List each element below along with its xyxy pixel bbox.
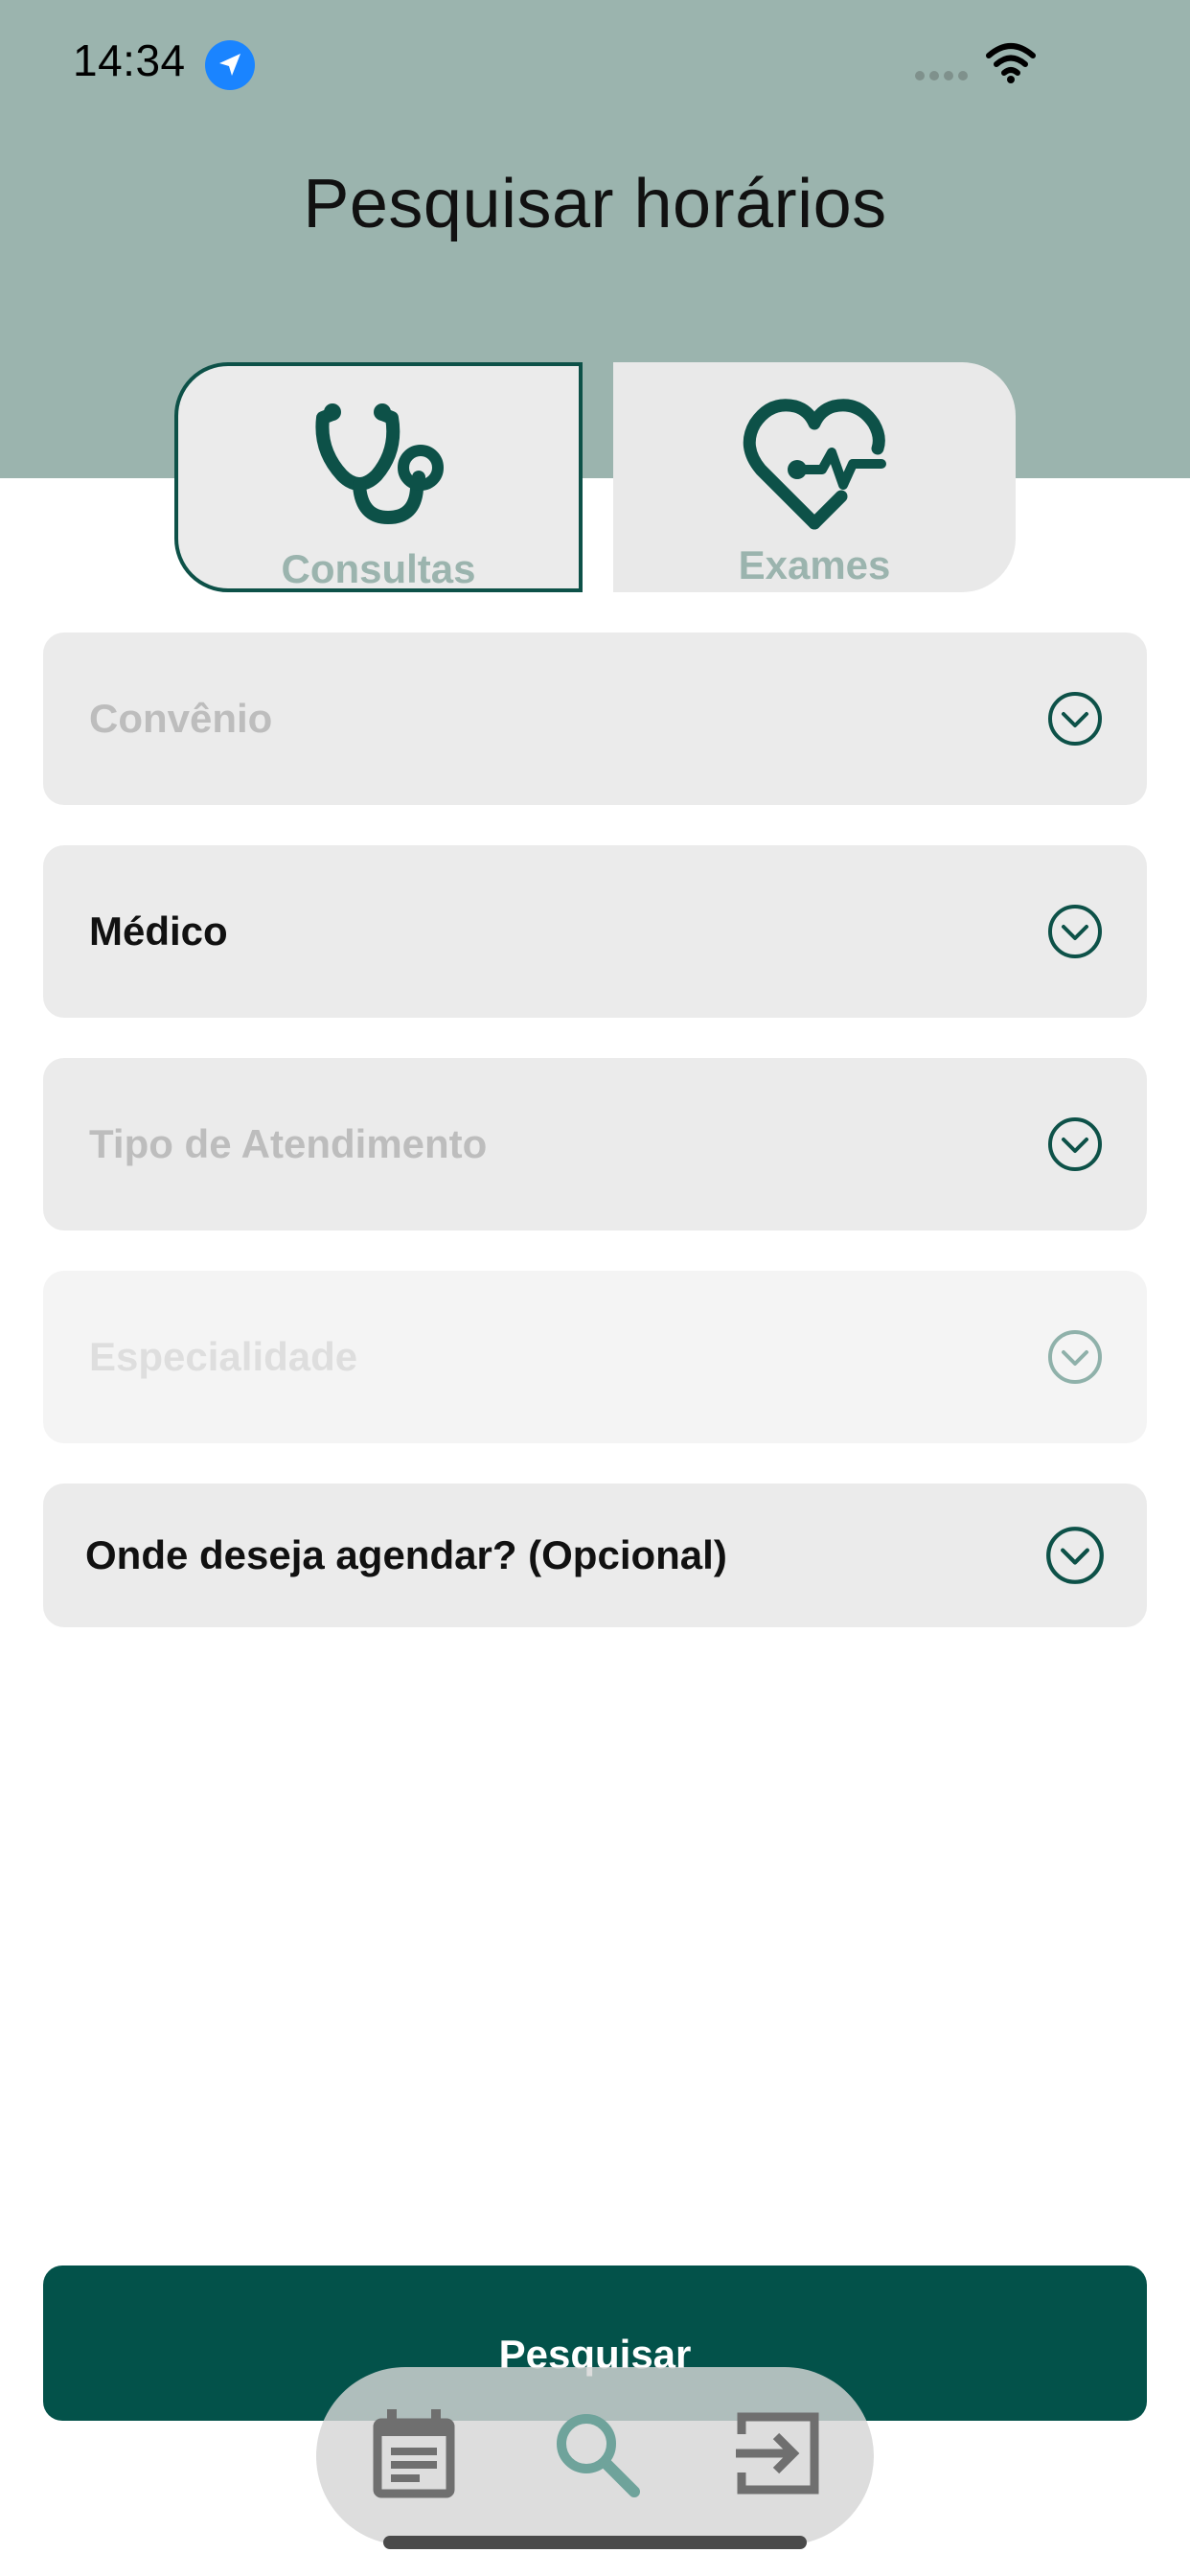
chevron-down-icon [1048, 905, 1102, 958]
stethoscope-icon [315, 403, 444, 525]
tab-exames-label: Exames [738, 542, 891, 587]
heart-pulse-icon [743, 399, 886, 530]
status-time: 14:34 [73, 35, 186, 85]
convenio-select[interactable]: Convênio [43, 632, 1147, 805]
chevron-down-icon [1048, 1330, 1102, 1384]
wifi-icon [986, 43, 1036, 83]
local-agendamento-select[interactable]: Onde deseja agendar? (Opcional) [43, 1484, 1147, 1627]
location-arrow-icon [205, 40, 255, 90]
calendar-icon[interactable] [366, 2405, 462, 2501]
especialidade-select[interactable]: Especialidade [43, 1271, 1147, 1443]
home-indicator [383, 2536, 807, 2549]
logout-icon[interactable] [730, 2405, 826, 2501]
cellular-signal-icon [915, 71, 968, 80]
local-agendamento-label: Onde deseja agendar? (Opcional) [85, 1532, 727, 1577]
tab-consultas-label: Consultas [281, 546, 476, 591]
medico-select[interactable]: Médico [43, 845, 1147, 1018]
chevron-down-icon [1046, 1527, 1104, 1584]
chevron-down-icon [1048, 1117, 1102, 1171]
tipo-atendimento-label: Tipo de Atendimento [89, 1121, 488, 1166]
search-icon[interactable] [548, 2405, 644, 2501]
tab-exames[interactable]: Exames [613, 362, 1016, 592]
chevron-down-icon [1048, 692, 1102, 746]
bottom-nav-bar [316, 2367, 874, 2545]
tipo-atendimento-select[interactable]: Tipo de Atendimento [43, 1058, 1147, 1230]
screen: 14:34 Pesquisar horários Consultas Exame… [0, 0, 1190, 2576]
tab-consultas[interactable]: Consultas [174, 362, 583, 592]
especialidade-label: Especialidade [89, 1334, 358, 1379]
convenio-label: Convênio [89, 696, 273, 741]
medico-label: Médico [89, 908, 228, 954]
page-title: Pesquisar horários [303, 166, 887, 242]
